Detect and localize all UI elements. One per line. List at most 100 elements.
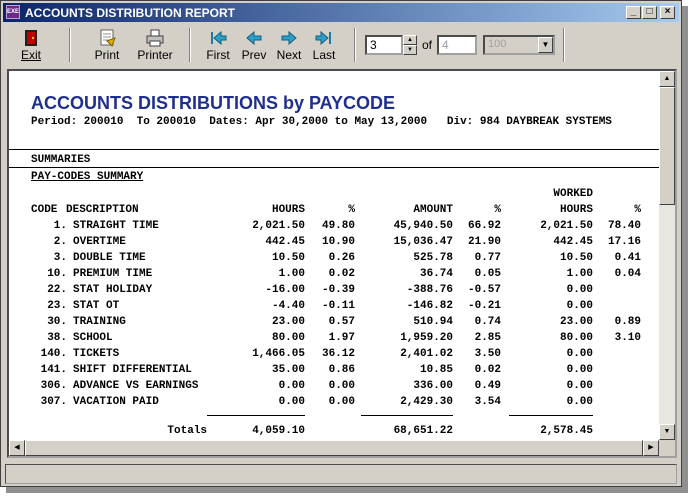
amount-cell: 1,959.20 <box>400 332 453 344</box>
worked-hours-cell: 1.00 <box>566 268 593 280</box>
table-row: 22. STAT HOLIDAY -16.00 -0.39 -388.76 -0.57 0.… <box>9 284 659 300</box>
vertical-scroll-thumb[interactable] <box>659 87 675 205</box>
worked-hours-cell: 0.00 <box>566 284 593 296</box>
amount-pct-cell: 0.02 <box>474 364 501 376</box>
worked-header: WORKED <box>553 188 593 200</box>
amount-pct-cell: 0.74 <box>474 316 501 328</box>
scroll-down-icon[interactable]: ▼ <box>659 424 675 440</box>
worked-hours-cell: 10.50 <box>559 252 593 264</box>
amount-cell: 45,940.50 <box>393 220 453 232</box>
table-row: 306. ADVANCE VS EARNINGS 0.00 0.00 336.00 0.4… <box>9 380 659 396</box>
amount-pct-cell: -0.21 <box>467 300 501 312</box>
spin-up-icon[interactable]: ▲ <box>403 35 417 45</box>
hours-cell: 442.45 <box>265 236 305 248</box>
hours-pct-cell: 0.00 <box>328 396 355 408</box>
code-cell: 30. <box>47 316 67 328</box>
first-page-icon <box>211 30 227 46</box>
first-page-button[interactable]: First <box>203 27 233 65</box>
hours-pct-cell: 36.12 <box>321 348 355 360</box>
minimize-button[interactable]: _ <box>626 6 641 19</box>
hours-pct-cell: 0.00 <box>328 380 355 392</box>
worked-pct-header: % <box>634 204 641 216</box>
hours-cell: -4.40 <box>271 300 305 312</box>
scroll-right-icon[interactable]: ▶ <box>643 440 659 456</box>
horizontal-scroll-thumb[interactable] <box>25 440 643 456</box>
table-row: 30. TRAINING 23.00 0.57 510.94 0.74 23.00 0.89 <box>9 316 659 332</box>
amount-pct-cell: 0.05 <box>474 268 501 280</box>
next-page-button[interactable]: Next <box>274 27 304 65</box>
report-page: ACCOUNTS DISTRIBUTIONS by PAYCODE Period… <box>9 71 659 440</box>
amount-cell: 2,429.30 <box>400 396 453 408</box>
code-cell: 3. <box>53 252 67 264</box>
page-number-input[interactable]: 3 <box>365 35 403 55</box>
worked-hours-cell: 0.00 <box>566 348 593 360</box>
last-page-button[interactable]: Last <box>309 27 339 65</box>
divider <box>9 167 659 168</box>
table-row: 141. SHIFT DIFFERENTIAL 35.00 0.86 10.85 0.02… <box>9 364 659 380</box>
scroll-left-icon[interactable]: ◀ <box>9 440 25 456</box>
code-cell: 306. <box>40 380 67 392</box>
totals-row: Totals 4,059.10 68,651.22 2,578.45 <box>9 425 659 440</box>
amount-pct-cell: 21.90 <box>467 236 501 248</box>
hours-cell: -16.00 <box>265 284 305 296</box>
vertical-scrollbar[interactable]: ▲ ▼ <box>659 71 675 440</box>
horizontal-scrollbar[interactable]: ◀ ▶ <box>9 440 659 456</box>
description-header: DESCRIPTION <box>66 204 139 216</box>
close-button[interactable]: × <box>660 6 675 19</box>
worked-hours-cell: 0.00 <box>566 364 593 376</box>
hours-cell: 0.00 <box>278 380 305 392</box>
printer-button[interactable]: Printer <box>135 27 175 65</box>
totals-rule <box>361 415 453 416</box>
table-row: 3. DOUBLE TIME 10.50 0.26 525.78 0.77 10.50 0.4… <box>9 252 659 268</box>
print-button[interactable]: Print <box>89 27 125 65</box>
worked-hours-cell: 442.45 <box>553 236 593 248</box>
description-cell: DOUBLE TIME <box>73 252 146 264</box>
amount-pct-cell: 0.77 <box>474 252 501 264</box>
maximize-button[interactable]: □ <box>642 6 657 19</box>
title-bar[interactable]: EXE ACCOUNTS DISTRIBUTION REPORT _ □ × <box>3 3 679 22</box>
amount-pct-cell: 0.49 <box>474 380 501 392</box>
exit-button[interactable]: Exit <box>13 27 49 65</box>
last-page-icon <box>315 30 331 46</box>
worked-hours-cell: 80.00 <box>559 332 593 344</box>
hours-cell: 1,466.05 <box>252 348 305 360</box>
amount-cell: 336.00 <box>413 380 453 392</box>
code-cell: 140. <box>40 348 67 360</box>
totals-amount: 68,651.22 <box>393 425 453 437</box>
hours-pct-cell: 1.97 <box>328 332 355 344</box>
description-cell: ADVANCE VS EARNINGS <box>73 380 199 392</box>
zoom-select: 100 ▼ <box>483 35 555 55</box>
amount-cell: 15,036.47 <box>393 236 453 248</box>
amount-cell: 2,401.02 <box>400 348 453 360</box>
period-line: Period: 200010 To 200010 Dates: Apr 30,2… <box>31 116 612 128</box>
description-cell: TICKETS <box>73 348 120 360</box>
prev-page-button[interactable]: Prev <box>239 27 269 65</box>
hours-cell: 0.00 <box>278 396 305 408</box>
hours-pct-header: % <box>348 204 355 216</box>
worked-hours-cell: 0.00 <box>566 396 593 408</box>
spin-down-icon[interactable]: ▼ <box>403 45 417 55</box>
hours-header: HOURS <box>271 204 305 216</box>
code-cell: 38. <box>47 332 67 344</box>
description-cell: SHIFT DIFFERENTIAL <box>73 364 192 376</box>
hours-cell: 2,021.50 <box>252 220 305 232</box>
page-spinner[interactable]: ▲ ▼ <box>403 35 417 55</box>
description-cell: VACATION PAID <box>73 396 159 408</box>
totals-rule <box>207 415 305 416</box>
report-window: EXE ACCOUNTS DISTRIBUTION REPORT _ □ × E… <box>0 0 682 487</box>
description-cell: PREMIUM TIME <box>73 268 153 280</box>
amount-pct-header: % <box>494 204 501 216</box>
exit-door-icon <box>25 30 37 46</box>
scroll-up-icon[interactable]: ▲ <box>659 71 675 87</box>
app-icon[interactable]: EXE <box>6 5 20 19</box>
table-row: 23. STAT OT -4.40 -0.11 -146.82 -0.21 0.00 <box>9 300 659 316</box>
code-cell: 23. <box>47 300 67 312</box>
code-cell: 2. <box>53 236 67 248</box>
printer-icon <box>146 29 164 47</box>
hours-cell: 1.00 <box>278 268 305 280</box>
amount-pct-cell: 66.92 <box>467 220 501 232</box>
totals-label: Totals <box>167 425 207 437</box>
amount-pct-cell: 2.85 <box>474 332 501 344</box>
worked-pct-cell: 0.04 <box>614 268 641 280</box>
arrow-left-icon <box>246 30 262 46</box>
